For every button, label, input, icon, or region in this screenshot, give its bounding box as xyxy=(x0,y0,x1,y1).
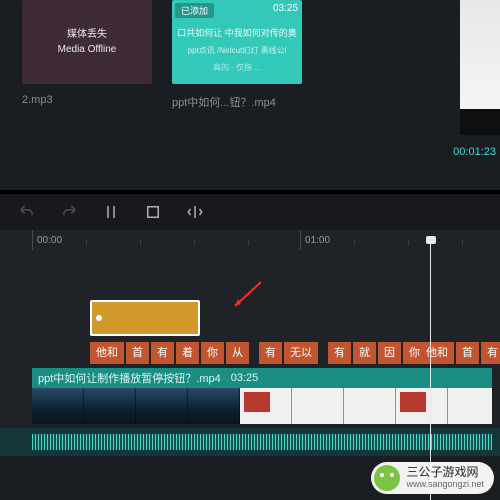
video-track[interactable]: ppt中如何让制作播放暂停按钮？.mp4 03:25 xyxy=(0,368,500,424)
video-clip-frames xyxy=(32,388,492,424)
media-caption: 2.mp3 xyxy=(22,94,152,106)
frame-thumb xyxy=(32,388,84,424)
ruler-tick: 01:00 xyxy=(300,230,330,250)
frame-thumb xyxy=(396,388,448,424)
video-clip-header[interactable]: ppt中如何让制作播放暂停按钮？.mp4 03:25 xyxy=(32,368,492,388)
frame-thumb xyxy=(188,388,240,424)
ruler-minor xyxy=(248,240,249,246)
split-icon[interactable] xyxy=(102,203,120,221)
thumbnail-offline: 媒体丢失 Media Offline xyxy=(22,0,152,84)
offline-label-cn: 媒体丢失 xyxy=(67,27,107,42)
ruler-tick: 00:00 xyxy=(32,230,62,250)
thumb-text-2: ppt点讯 /Netcut幻灯 黑线公i xyxy=(188,45,287,56)
media-item-audio[interactable]: 媒体丢失 Media Offline 2.mp3 xyxy=(22,0,152,178)
waveform xyxy=(32,434,492,450)
crop-icon[interactable] xyxy=(144,203,162,221)
ruler-minor xyxy=(354,240,355,246)
media-caption: ppt中如何...钮？.mp4 xyxy=(172,94,302,110)
redo-icon[interactable] xyxy=(60,203,78,221)
timeline-tracks: 他和 首 有 着 你 从 有 无以 有 就 因 你 爱 他和 首 有 ppt中如… xyxy=(0,250,500,456)
subtitle-clip[interactable]: 有 xyxy=(481,342,500,364)
duration-label: 03:25 xyxy=(273,3,298,14)
audio-track[interactable] xyxy=(0,428,500,456)
subtitle-clip[interactable]: 首 xyxy=(456,342,479,364)
media-bin: 媒体丢失 Media Offline 2.mp3 已添加 03:25 口共如何让… xyxy=(0,0,500,190)
ruler-minor xyxy=(86,240,87,246)
watermark-logo-icon xyxy=(374,465,400,491)
frame-thumb xyxy=(344,388,396,424)
frame-thumb xyxy=(84,388,136,424)
subtitle-clip[interactable]: 他和 xyxy=(420,342,454,364)
playhead[interactable] xyxy=(430,240,431,500)
thumb-text-3: 高的 - 仅指 ... xyxy=(213,62,261,73)
preview-controls[interactable] xyxy=(460,109,500,135)
ruler-label: 01:00 xyxy=(305,235,330,246)
preview-frame xyxy=(460,0,500,109)
frame-thumb xyxy=(240,388,292,424)
selected-clip[interactable] xyxy=(90,300,200,336)
media-item-video[interactable]: 已添加 03:25 口共如何让 中我如何对传的奥 ppt点讯 /Netcut幻灯… xyxy=(172,0,302,178)
ruler-minor xyxy=(140,240,141,246)
preview-time: 00:01:23 xyxy=(453,146,496,158)
ruler-minor xyxy=(194,240,195,246)
thumbnail-video: 已添加 03:25 口共如何让 中我如何对传的奥 ppt点讯 /Netcut幻灯… xyxy=(172,0,302,84)
watermark-name: 三公子游戏网 xyxy=(406,465,478,479)
overlay-track[interactable] xyxy=(0,300,500,336)
timeline-ruler[interactable]: 00:00 01:00 xyxy=(0,230,500,250)
watermark-url: www.sangongzi.net xyxy=(406,480,484,490)
clip-duration: 03:25 xyxy=(231,372,259,384)
thumb-text-1: 口共如何让 中我如何对传的奥 xyxy=(177,26,297,39)
subtitle-track-tail[interactable]: 他和 首 有 xyxy=(0,342,500,364)
frame-thumb xyxy=(448,388,492,424)
frame-thumb xyxy=(292,388,344,424)
undo-icon[interactable] xyxy=(18,203,36,221)
added-badge: 已添加 xyxy=(175,3,214,18)
ruler-minor xyxy=(408,240,409,246)
preview-pane[interactable] xyxy=(460,0,500,135)
clip-handle-icon[interactable] xyxy=(96,315,102,321)
mirror-icon[interactable] xyxy=(186,203,204,221)
offline-label-en: Media Offline xyxy=(58,42,117,57)
ruler-minor xyxy=(462,240,463,246)
watermark: 三公子游戏网 www.sangongzi.net xyxy=(371,462,494,494)
timeline-toolbar xyxy=(0,194,500,230)
annotation-arrow-icon xyxy=(225,278,265,323)
clip-name: ppt中如何让制作播放暂停按钮？.mp4 xyxy=(38,370,221,386)
ruler-label: 00:00 xyxy=(37,235,62,246)
frame-thumb xyxy=(136,388,188,424)
